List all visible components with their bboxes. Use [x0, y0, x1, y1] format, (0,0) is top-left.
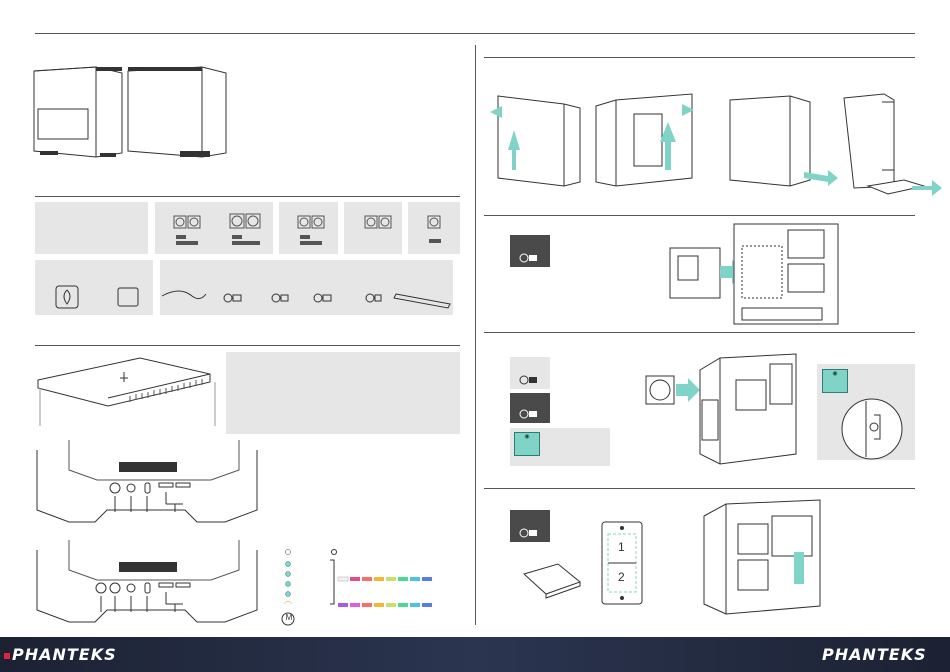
screw-icon-4	[519, 528, 537, 538]
case-hero-illustration	[33, 66, 227, 158]
screw-icon	[519, 253, 537, 263]
brand-accent-mark	[4, 653, 10, 659]
screw-icon-2	[519, 375, 537, 385]
motherboard-install-illustration	[669, 223, 839, 325]
zoom-detail-illustration	[841, 398, 903, 460]
lightbulb-icon-2: ◉	[822, 369, 848, 393]
footer-logo-left: PHANTEKS	[12, 645, 117, 664]
accessory-icons	[55, 285, 451, 309]
rgb-mode-legend	[281, 549, 432, 626]
center-divider	[475, 45, 476, 625]
fan-install-illustration	[645, 353, 797, 465]
fan-config-icons	[173, 213, 441, 245]
ssd-case-illustration	[703, 499, 821, 615]
right-top-rule	[484, 57, 915, 58]
right-section-rule-3	[484, 488, 915, 489]
lightbulb-icon: ◉	[514, 432, 540, 456]
screw-icon-3	[519, 409, 537, 419]
ssd-slot-2-label: 2	[618, 570, 625, 584]
right-section-rule-2	[484, 332, 915, 333]
ssd-slot-1-label: 1	[618, 540, 625, 554]
left-section-rule-1	[35, 196, 460, 197]
top-panel-illustration	[37, 357, 216, 426]
ssd-bracket-illustration	[601, 521, 643, 605]
mode-button-letter: M	[285, 613, 293, 622]
io-panel-illustration-2	[36, 540, 258, 623]
io-panel-illustration-1	[36, 440, 258, 523]
top-panel-note-box	[226, 352, 460, 434]
fan-config-label-box	[35, 202, 148, 254]
footer-bar: PHANTEKS PHANTEKS	[0, 637, 950, 672]
left-section-rule-2	[35, 345, 460, 346]
ssd-drive-illustration	[523, 563, 582, 599]
panel-removal-illustration	[490, 93, 942, 196]
top-rule-left	[35, 33, 915, 34]
right-section-rule-1	[484, 215, 915, 216]
footer-logo-right: PHANTEKS	[822, 645, 927, 664]
